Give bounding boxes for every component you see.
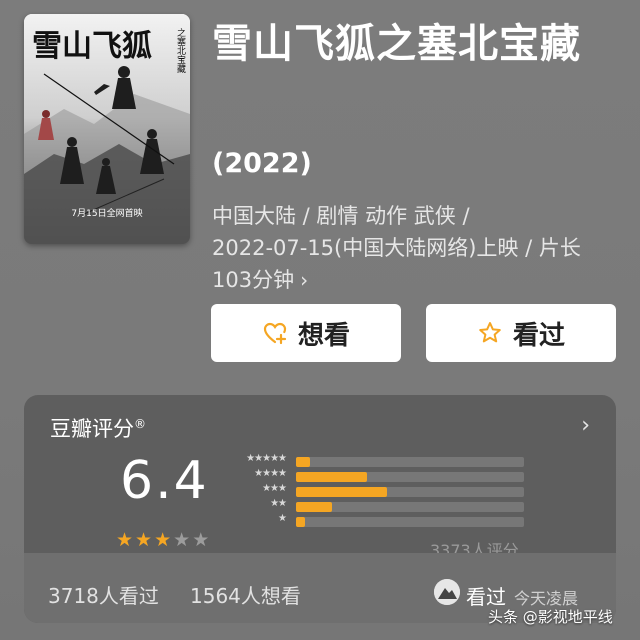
rating-score: 6.4: [120, 451, 209, 511]
poster-subtitle: 之塞北宝藏: [175, 27, 186, 74]
rating-stars: ★ ★ ★ ★ ★: [116, 531, 209, 550]
meta-line-3: 103分钟: [212, 268, 295, 292]
watermark: 头条 @影视地平线: [488, 608, 613, 626]
distribution-bar-track: [296, 502, 524, 512]
poster-artwork: 雪山飞狐 之塞北宝藏 7月15日全网首映: [24, 14, 190, 244]
distribution-stars: ★★★★: [254, 468, 287, 479]
heart-plus-icon: [262, 320, 288, 346]
seen-label: 看过: [512, 320, 565, 351]
star-outline-icon: [477, 320, 503, 346]
movie-year: (2022): [212, 148, 312, 179]
seen-count[interactable]: 3718人看过: [48, 580, 159, 609]
poster-release-note: 7月15日全网首映: [71, 207, 142, 219]
distribution-bar-fill: [296, 457, 310, 467]
distribution-bar-fill: [296, 472, 367, 482]
meta-line-2: 2022-07-15(中国大陆网络)上映 / 片长: [212, 236, 581, 260]
want-to-watch-button[interactable]: 想看: [211, 304, 401, 362]
star-filled-icon: ★: [135, 529, 153, 551]
meta-line-1: 中国大陆 / 剧情 动作 武侠 /: [212, 204, 470, 228]
chevron-right-icon: ›: [300, 268, 309, 292]
star-filled-icon: ★: [154, 529, 172, 551]
star-empty-icon: ★: [173, 529, 191, 551]
watched-button[interactable]: 看过: [426, 304, 616, 362]
star-filled-icon: ★: [116, 529, 134, 551]
distribution-stars: ★★★★★: [246, 453, 287, 464]
movie-title: 雪山飞狐之塞北宝藏: [212, 21, 581, 67]
want-label: 想看: [297, 320, 350, 351]
rating-card[interactable]: 豆瓣评分® › 6.4 ★ ★ ★ ★ ★ ★★★★★ ★★★★ ★★★ ★★ ★ 3373人评…: [24, 395, 616, 623]
distribution-bar-fill: [296, 502, 333, 512]
distribution-bar-track: [296, 457, 524, 467]
poster-calligraphy: 雪山飞狐: [32, 29, 152, 64]
want-count[interactable]: 1564人想看: [190, 580, 301, 609]
chevron-right-icon[interactable]: ›: [581, 413, 590, 438]
distribution-bar-track: [296, 472, 524, 482]
distribution-bar-fill: [296, 487, 388, 497]
distribution-stars: ★: [278, 513, 287, 524]
distribution-bar-track: [296, 487, 524, 497]
rating-header: 豆瓣评分®: [50, 417, 146, 441]
movie-meta[interactable]: 中国大陆 / 剧情 动作 武侠 / 2022-07-15(中国大陆网络)上映 /…: [212, 200, 632, 296]
star-empty-icon: ★: [192, 529, 210, 551]
distribution-stars: ★★: [270, 498, 287, 509]
movie-poster[interactable]: 雪山飞狐 之塞北宝藏 7月15日全网首映: [24, 14, 190, 244]
distribution-stars: ★★★: [262, 483, 287, 494]
distribution-bar-track: [296, 517, 524, 527]
distribution-bar-fill: [296, 517, 306, 527]
avatar[interactable]: [434, 579, 460, 605]
